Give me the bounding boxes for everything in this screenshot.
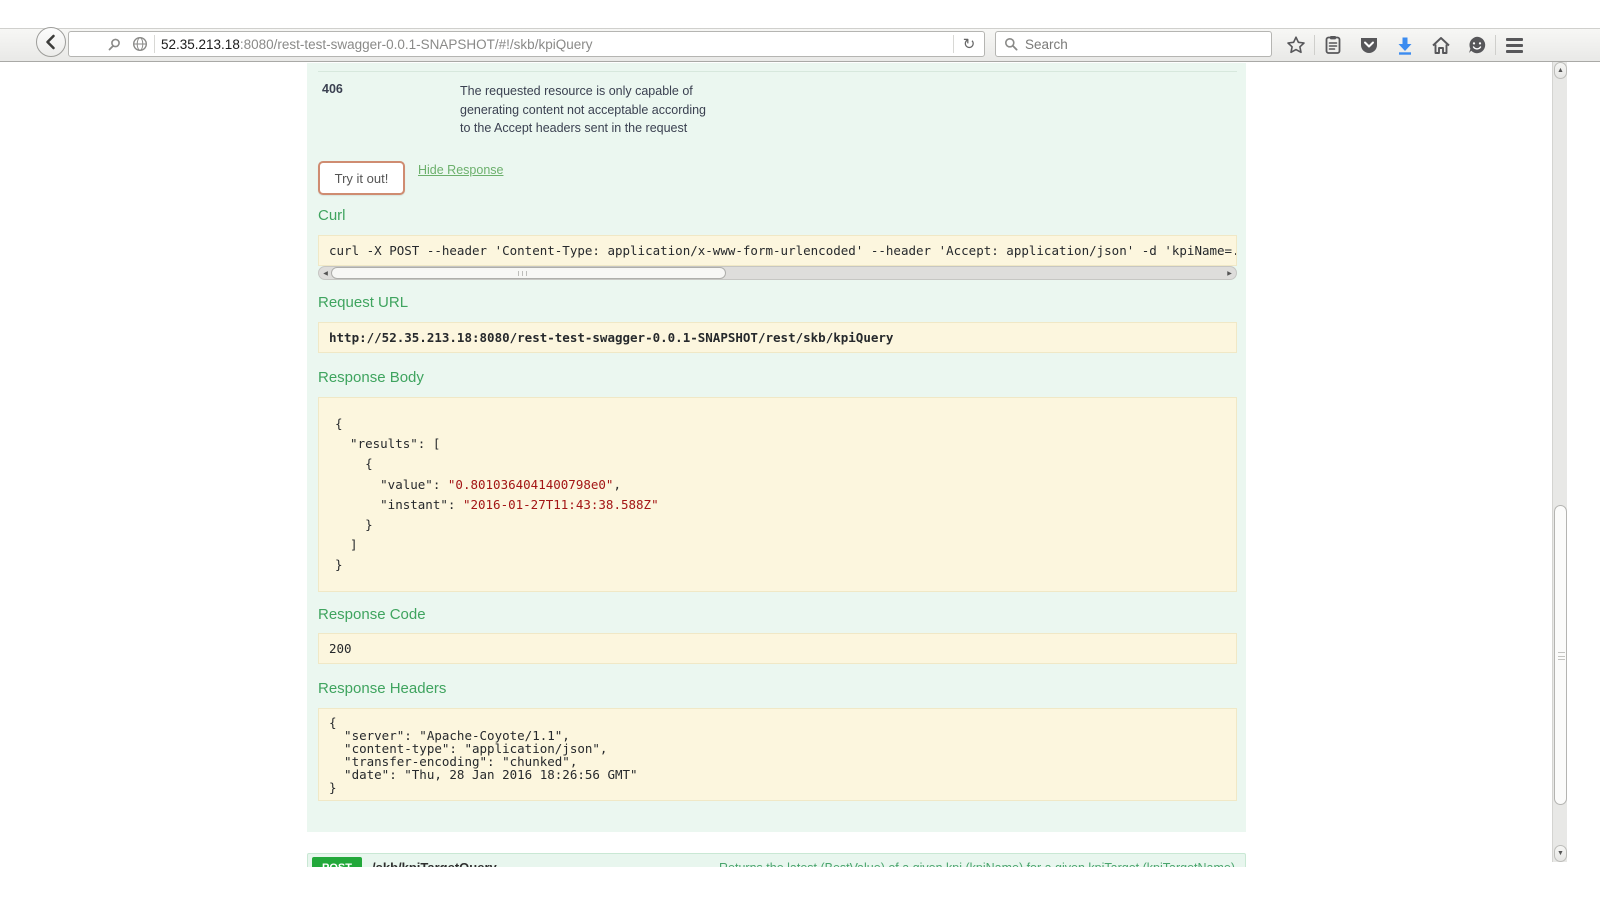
- json-line: "value": "0.8010364041400798e0",: [335, 475, 1220, 495]
- response-message-separator: [318, 71, 1237, 72]
- next-operation-row[interactable]: POST /skb/kpiTargetQuery Returns the lat…: [307, 853, 1246, 867]
- urlbar-divider: [154, 35, 155, 53]
- search-placeholder: Search: [1025, 37, 1068, 52]
- home-icon: [1431, 36, 1451, 55]
- smiley-chat-icon: [1467, 35, 1487, 55]
- request-url-heading: Request URL: [318, 294, 408, 311]
- next-operation-summary[interactable]: Returns the latest (BestValue) of a give…: [719, 861, 1235, 867]
- curl-horizontal-scrollbar[interactable]: ◀ ▶: [318, 266, 1237, 280]
- back-button[interactable]: [36, 27, 66, 57]
- json-line: "results": [: [335, 434, 1220, 454]
- globe-site-icon[interactable]: [132, 36, 148, 52]
- browser-toolbar: 52.35.213.18:8080/rest-test-swagger-0.0.…: [0, 28, 1600, 62]
- curl-heading: Curl: [318, 207, 346, 224]
- hscroll-right-arrow-icon[interactable]: ▶: [1224, 268, 1235, 278]
- json-line: {: [335, 414, 1220, 434]
- scroll-up-button[interactable]: ▲: [1554, 62, 1567, 79]
- vertical-scrollbar[interactable]: ▲ ▼: [1552, 62, 1567, 862]
- response-body-box: { "results": [ { "value": "0.80103640414…: [318, 397, 1237, 592]
- hscroll-left-arrow-icon[interactable]: ◀: [320, 268, 331, 278]
- browser-window: 52.35.213.18:8080/rest-test-swagger-0.0.…: [0, 0, 1600, 900]
- menu-button[interactable]: [1496, 29, 1532, 61]
- url-bar[interactable]: 52.35.213.18:8080/rest-test-swagger-0.0.…: [68, 31, 985, 57]
- hscroll-thumb[interactable]: [331, 267, 726, 279]
- response-headers-json: { "server": "Apache-Coyote/1.1", "conten…: [329, 716, 1226, 795]
- next-operation-row-clipped: POST /skb/kpiTargetQuery Returns the lat…: [307, 853, 1246, 867]
- json-line: }: [335, 515, 1220, 535]
- hide-response-link[interactable]: Hide Response: [418, 163, 503, 177]
- json-line: ]: [335, 535, 1220, 555]
- next-operation-path[interactable]: /skb/kpiTargetQuery: [372, 860, 497, 867]
- hamburger-icon: [1506, 38, 1523, 53]
- bookmark-star-button[interactable]: [1278, 29, 1314, 61]
- keyhole-search-icon[interactable]: [107, 37, 122, 52]
- url-path: :8080/rest-test-swagger-0.0.1-SNAPSHOT/#…: [240, 37, 593, 52]
- vertical-scrollbar-thumb[interactable]: [1554, 505, 1567, 805]
- response-message-code: 406: [322, 82, 343, 96]
- search-icon: [1004, 37, 1018, 51]
- response-code-box: 200: [318, 633, 1237, 664]
- reload-icon[interactable]: ↻: [954, 35, 984, 53]
- clipboard-icon: [1324, 35, 1342, 55]
- downloads-button[interactable]: [1387, 29, 1423, 61]
- download-arrow-icon: [1396, 36, 1414, 55]
- response-headers-box: { "server": "Apache-Coyote/1.1", "conten…: [318, 708, 1237, 801]
- hello-chat-button[interactable]: [1459, 29, 1495, 61]
- try-it-out-button[interactable]: Try it out!: [318, 161, 405, 195]
- hscroll-grip-icon: [518, 271, 527, 276]
- url-text[interactable]: 52.35.213.18:8080/rest-test-swagger-0.0.…: [161, 37, 953, 52]
- search-bar[interactable]: Search: [995, 31, 1272, 57]
- pocket-button[interactable]: [1351, 29, 1387, 61]
- scroll-down-button[interactable]: ▼: [1554, 845, 1567, 862]
- home-button[interactable]: [1423, 29, 1459, 61]
- json-line: {: [335, 454, 1220, 474]
- response-headers-heading: Response Headers: [318, 680, 446, 697]
- response-code-heading: Response Code: [318, 606, 426, 623]
- scrollbar-grip-icon: [1558, 652, 1565, 660]
- url-host: 52.35.213.18: [161, 37, 240, 52]
- toolbar-buttons: [1278, 29, 1532, 61]
- bookmarks-menu-button[interactable]: [1315, 29, 1351, 61]
- swagger-operation-panel: 406 The requested resource is only capab…: [307, 63, 1246, 832]
- json-line: }: [335, 555, 1220, 575]
- response-body-heading: Response Body: [318, 369, 424, 386]
- back-arrow-icon: [43, 34, 59, 50]
- curl-command-box[interactable]: curl -X POST --header 'Content-Type: app…: [318, 235, 1237, 266]
- pocket-icon: [1359, 36, 1379, 55]
- post-method-badge: POST: [312, 857, 362, 867]
- request-url-box: http://52.35.213.18:8080/rest-test-swagg…: [318, 322, 1237, 353]
- json-line: "instant": "2016-01-27T11:43:38.588Z": [335, 495, 1220, 515]
- response-message-reason: The requested resource is only capable o…: [460, 82, 712, 138]
- star-icon: [1286, 35, 1306, 55]
